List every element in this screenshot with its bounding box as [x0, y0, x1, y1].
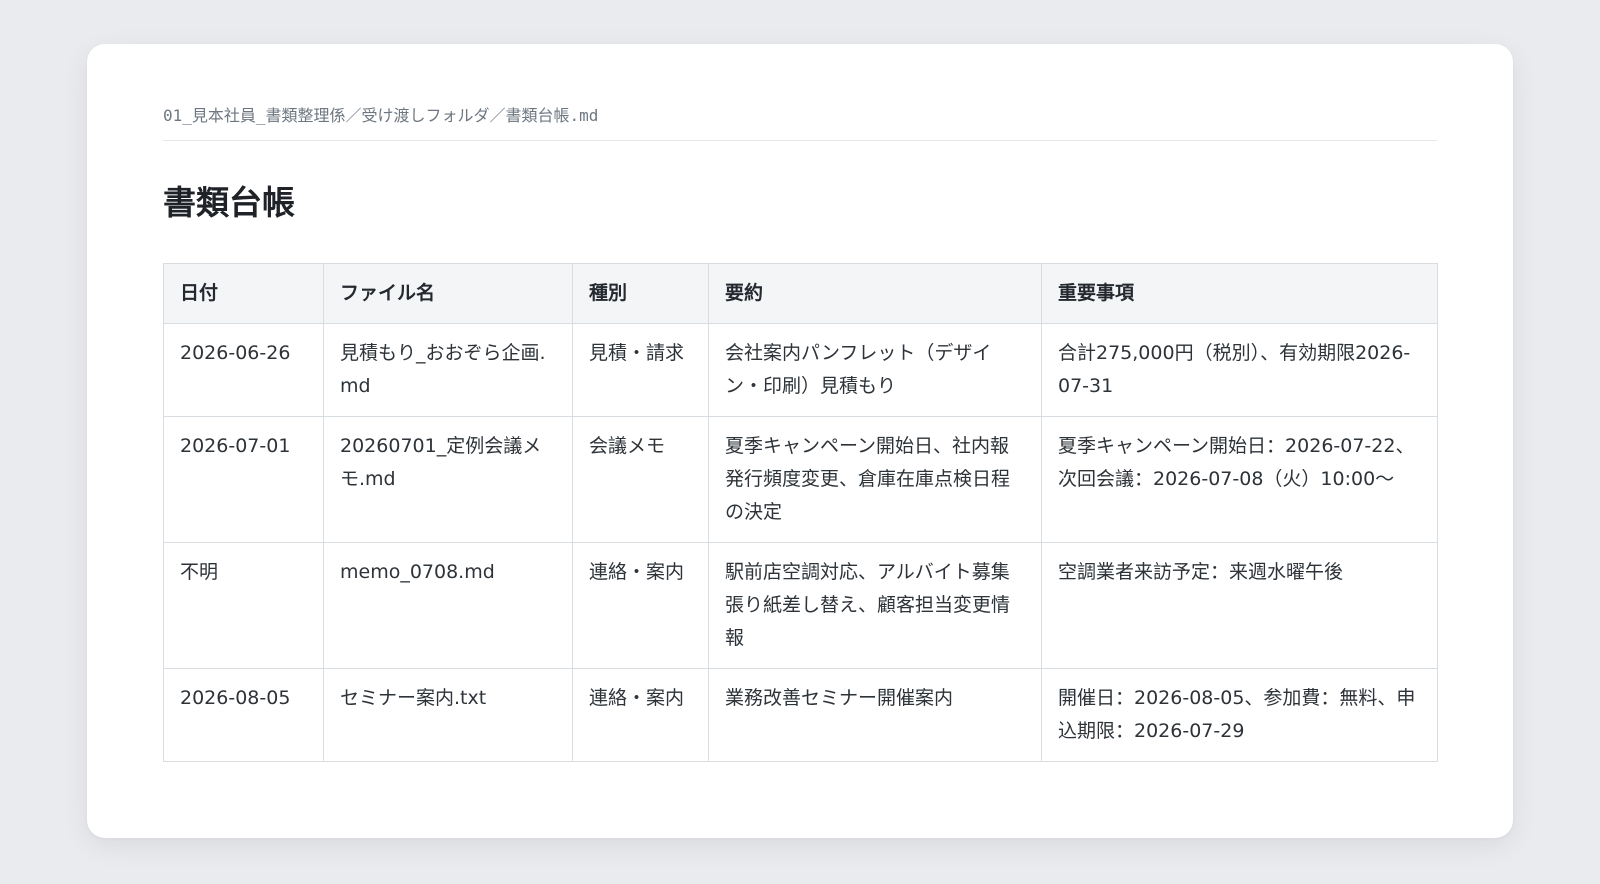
- column-header-filename: ファイル名: [323, 263, 573, 324]
- table-header-row: 日付 ファイル名 種別 要約 重要事項: [163, 263, 1438, 324]
- table-row: 2026-07-01 20260701_定例会議メモ.md 会議メモ 夏季キャン…: [163, 416, 1438, 543]
- cell-filename: memo_0708.md: [323, 542, 573, 669]
- cell-date: 2026-06-26: [163, 323, 324, 417]
- cell-type: 見積・請求: [572, 323, 709, 417]
- cell-filename: 見積もり_おおぞら企画.md: [323, 323, 573, 417]
- cell-important: 合計275,000円（税別）、有効期限2026-07-31: [1041, 323, 1438, 417]
- table-row: 2026-08-05 セミナー案内.txt 連絡・案内 業務改善セミナー開催案内…: [163, 668, 1438, 762]
- cell-summary: 夏季キャンペーン開始日、社内報発行頻度変更、倉庫在庫点検日程の決定: [708, 416, 1042, 543]
- column-header-summary: 要約: [708, 263, 1042, 324]
- cell-summary: 会社案内パンフレット（デザイン・印刷）見積もり: [708, 323, 1042, 417]
- table-row: 2026-06-26 見積もり_おおぞら企画.md 見積・請求 会社案内パンフレ…: [163, 323, 1438, 417]
- cell-important: 夏季キャンペーン開始日：2026-07-22、次回会議：2026-07-08（火…: [1041, 416, 1438, 543]
- column-header-important: 重要事項: [1041, 263, 1438, 324]
- cell-type: 連絡・案内: [572, 668, 709, 762]
- cell-important: 空調業者来訪予定：来週水曜午後: [1041, 542, 1438, 669]
- cell-important: 開催日：2026-08-05、参加費：無料、申込期限：2026-07-29: [1041, 668, 1438, 762]
- column-header-date: 日付: [163, 263, 324, 324]
- cell-date: 2026-07-01: [163, 416, 324, 543]
- file-path: 01_見本社員_書類整理係／受け渡しフォルダ／書類台帳.md: [163, 104, 1437, 141]
- page-title: 書類台帳: [163, 183, 295, 222]
- cell-summary: 業務改善セミナー開催案内: [708, 668, 1042, 762]
- cell-type: 会議メモ: [572, 416, 709, 543]
- cell-date: 不明: [163, 542, 324, 669]
- cell-summary: 駅前店空調対応、アルバイト募集張り紙差し替え、顧客担当変更情報: [708, 542, 1042, 669]
- cell-type: 連絡・案内: [572, 542, 709, 669]
- document-ledger-table: 日付 ファイル名 種別 要約 重要事項 2026-06-26 見積もり_おおぞら…: [163, 263, 1438, 762]
- table-row: 不明 memo_0708.md 連絡・案内 駅前店空調対応、アルバイト募集張り紙…: [163, 542, 1438, 669]
- cell-filename: 20260701_定例会議メモ.md: [323, 416, 573, 543]
- column-header-type: 種別: [572, 263, 709, 324]
- cell-filename: セミナー案内.txt: [323, 668, 573, 762]
- cell-date: 2026-08-05: [163, 668, 324, 762]
- document-card: 01_見本社員_書類整理係／受け渡しフォルダ／書類台帳.md 書類台帳 日付 フ…: [87, 44, 1513, 838]
